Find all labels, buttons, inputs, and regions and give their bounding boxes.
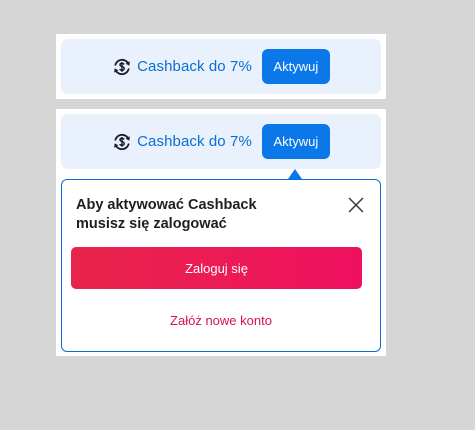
login-popover: Aby aktywować Cashback musisz się zalogo… xyxy=(61,179,381,352)
cashback-panel-bottom: Cashback do 7% Aktywuj Aby aktywować Cas… xyxy=(56,109,386,356)
login-button[interactable]: Zaloguj się xyxy=(71,247,362,289)
close-icon[interactable] xyxy=(346,195,366,215)
cashback-bar: Cashback do 7% Aktywuj xyxy=(61,114,381,169)
cashback-cycle-icon xyxy=(114,133,130,150)
cashback-cycle-icon xyxy=(114,58,130,75)
popover-arrow xyxy=(288,169,302,179)
popover-title-line1: Aby aktywować Cashback xyxy=(76,197,257,213)
popover-title-line2: musisz się zalogować xyxy=(76,216,227,232)
activate-button[interactable]: Aktywuj xyxy=(261,124,330,159)
cashback-bar: Cashback do 7% Aktywuj xyxy=(61,39,381,94)
register-link[interactable]: Załóż nowe konto xyxy=(62,313,380,328)
cashback-panel-top: Cashback do 7% Aktywuj xyxy=(56,34,386,99)
cashback-label: Cashback do 7% xyxy=(137,133,252,150)
popover-title: Aby aktywować Cashback musisz się zalogo… xyxy=(76,196,306,234)
cashback-label: Cashback do 7% xyxy=(137,58,252,75)
activate-button[interactable]: Aktywuj xyxy=(261,49,330,84)
